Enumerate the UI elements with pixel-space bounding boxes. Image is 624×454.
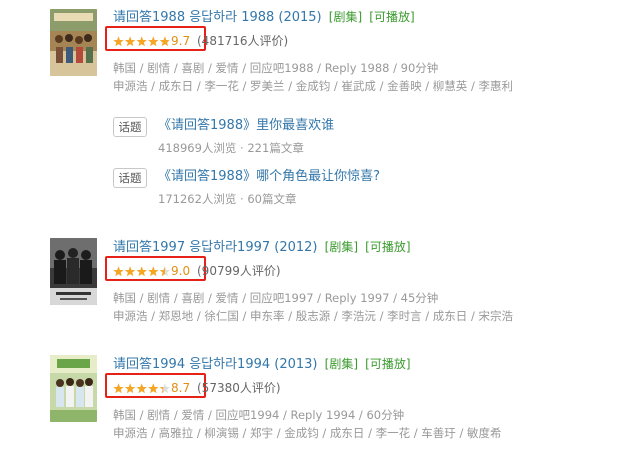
- topic-link[interactable]: 《请回答1988》哪个角色最让你惊喜?: [158, 168, 380, 186]
- tag-series[interactable]: [剧集]: [329, 10, 362, 24]
- rating-score: 9.0: [171, 264, 191, 278]
- tag-series[interactable]: [剧集]: [325, 240, 358, 254]
- star-rating-icon: [113, 383, 171, 394]
- rating-row: 9.0 (90799人评价): [105, 256, 613, 281]
- title-link[interactable]: 请回答1994 응답하라1994 (2013): [113, 357, 318, 372]
- topic-stats: 418969人浏览 · 221篇文章: [158, 141, 304, 155]
- tag-playable[interactable]: [可播放]: [369, 10, 414, 24]
- star-rating-icon: [113, 266, 171, 277]
- rating-count: (90799人评价): [197, 264, 281, 278]
- topic-stats: 171262人浏览 · 60篇文章: [158, 192, 297, 206]
- rating-count: (57380人评价): [197, 381, 281, 395]
- tag-series[interactable]: [剧集]: [325, 357, 358, 371]
- meta-cast: 申源浩 / 高雅拉 / 柳演锡 / 郑宇 / 金成钧 / 成东日 / 李一花 /…: [113, 426, 502, 440]
- poster-image[interactable]: [50, 355, 97, 422]
- star-rating-icon: [113, 36, 171, 47]
- poster-image[interactable]: [50, 238, 97, 305]
- meta-genre: 韩国 / 剧情 / 喜剧 / 爱情 / 回应吧1997 / Reply 1997…: [113, 291, 439, 305]
- title-link[interactable]: 请回答1988 응답하라 1988 (2015): [113, 10, 322, 25]
- meta-genre: 韩国 / 剧情 / 爱情 / 回应吧1994 / Reply 1994 / 60…: [113, 408, 405, 422]
- topic-badge[interactable]: 话题: [113, 168, 147, 188]
- poster-image[interactable]: [50, 9, 97, 76]
- rating-score: 8.7: [171, 381, 191, 395]
- rating-row: 9.7 (481716人评价): [105, 26, 613, 51]
- meta-cast: 申源浩 / 郑恩地 / 徐仁国 / 申东率 / 殷志源 / 李浩沅 / 李时言 …: [113, 309, 513, 323]
- rating-row: 8.7 (57380人评价): [105, 373, 613, 398]
- rating-score: 9.7: [171, 34, 191, 48]
- rating-count: (481716人评价): [197, 34, 289, 48]
- topic-link[interactable]: 《请回答1988》里你最喜欢谁: [158, 117, 334, 135]
- title-link[interactable]: 请回答1997 응답하라1997 (2012): [113, 240, 318, 255]
- meta-cast: 申源浩 / 成东日 / 李一花 / 罗美兰 / 金成钧 / 崔武成 / 金善映 …: [113, 79, 513, 93]
- tag-playable[interactable]: [可播放]: [365, 240, 410, 254]
- meta-genre: 韩国 / 剧情 / 喜剧 / 爱情 / 回应吧1988 / Reply 1988…: [113, 61, 439, 75]
- topic-badge[interactable]: 话题: [113, 117, 147, 137]
- tag-playable[interactable]: [可播放]: [365, 357, 410, 371]
